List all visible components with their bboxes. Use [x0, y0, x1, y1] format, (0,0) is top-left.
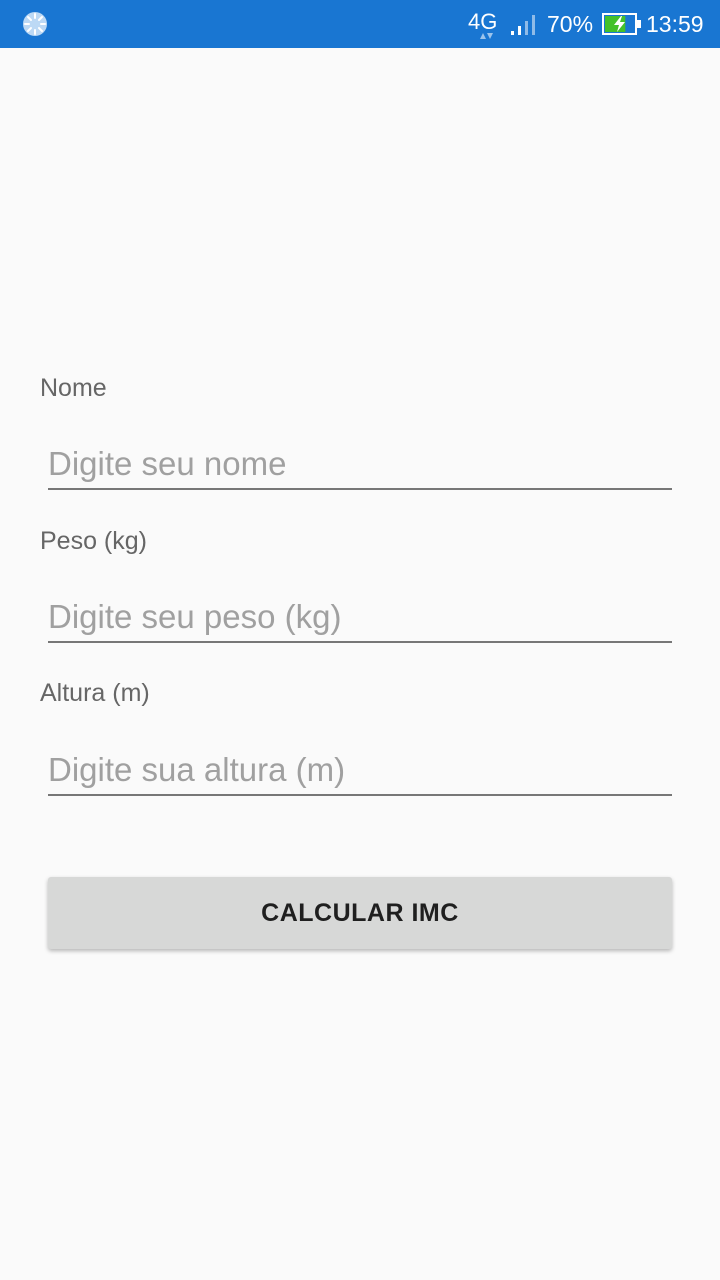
battery-percent: 70% [547, 11, 594, 37]
status-bar: 4G 70% 13:59 [0, 0, 720, 48]
loading-spinner-icon [23, 12, 47, 36]
weight-input[interactable] [48, 593, 672, 643]
clock: 13:59 [646, 11, 704, 37]
height-input[interactable] [48, 746, 672, 796]
data-activity-icon [480, 33, 493, 39]
weight-label: Peso (kg) [40, 527, 147, 555]
battery-charging-icon [602, 13, 641, 35]
name-input[interactable] [48, 440, 672, 490]
height-label: Altura (m) [40, 679, 150, 707]
calculate-bmi-button[interactable]: CALCULAR IMC [48, 877, 672, 949]
name-label: Nome [40, 374, 107, 402]
bmi-form: Nome Peso (kg) Altura (m) CALCULAR IMC [0, 48, 720, 1280]
signal-strength-icon [511, 15, 535, 35]
